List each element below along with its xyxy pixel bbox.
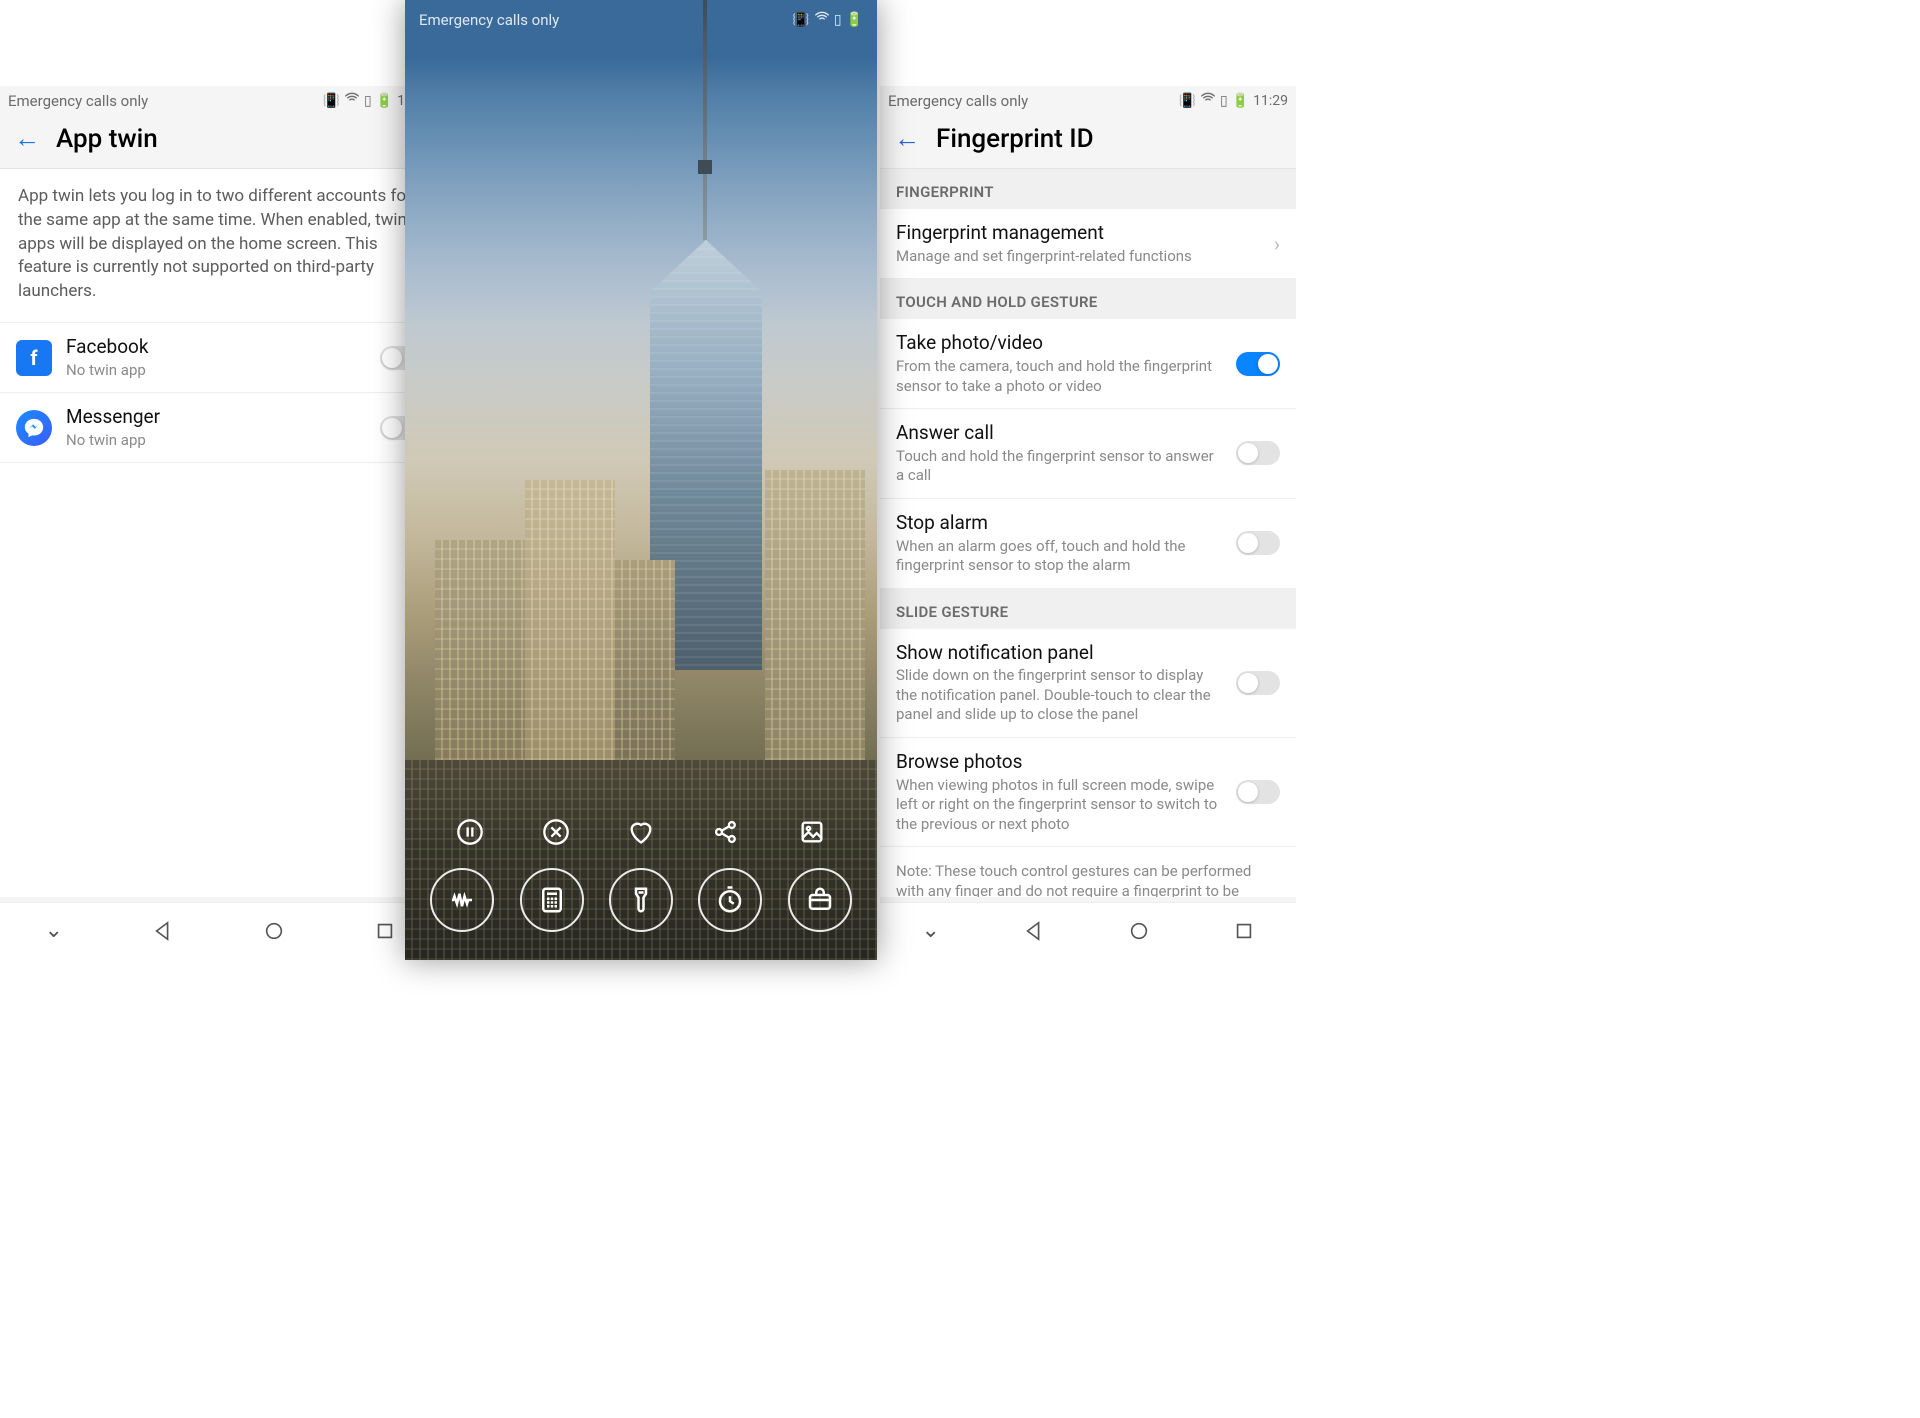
nav-back-icon[interactable] [1023,920,1045,942]
screen-lockscreen: Emergency calls only 📳 ▯ 🔋 [405,0,877,960]
nav-recent-icon[interactable] [1233,920,1255,942]
screen-app-twin: Emergency calls only 📳 ▯ 🔋 11:28 ← App t… [0,86,440,958]
setting-row-stop-alarm[interactable]: Stop alarmWhen an alarm goes off, touch … [880,499,1296,589]
vibrate-icon: 📳 [323,93,340,109]
nav-bar: ⌄ [0,902,440,958]
setting-sub: Touch and hold the fingerprint sensor to… [896,447,1222,486]
msg-icon [16,410,52,446]
setting-row-show-notification-panel[interactable]: Show notification panelSlide down on the… [880,629,1296,738]
chevron-right-icon: › [1274,232,1280,256]
app-sub: No twin app [66,361,366,381]
calculator-shortcut[interactable] [520,868,584,932]
pause-icon[interactable] [450,812,490,852]
app-row-facebook[interactable]: f FacebookNo twin app [0,323,440,393]
setting-title: Stop alarm [896,511,1222,535]
status-icons: 📳 ▯ 🔋 11:29 [1179,91,1288,111]
status-time: 11:29 [1253,93,1288,109]
nav-hide-icon[interactable]: ⌄ [44,918,62,943]
lockscreen-wallpaper[interactable]: Emergency calls only 📳 ▯ 🔋 [405,0,877,960]
setting-row-take-photo-video[interactable]: Take photo/videoFrom the camera, touch a… [880,319,1296,409]
section-label: FINGERPRINT [880,169,1296,209]
nav-hide-icon[interactable]: ⌄ [921,918,939,943]
gallery-icon[interactable] [792,812,832,852]
shortcut-row [405,868,877,932]
nav-home-icon[interactable] [263,920,285,942]
wifi-icon [814,10,830,30]
setting-title: Take photo/video [896,331,1222,355]
recorder-shortcut[interactable] [430,868,494,932]
setting-title: Fingerprint management [896,221,1260,245]
sim-icon: ▯ [834,12,842,28]
app-name: Facebook [66,335,366,359]
status-icons: 📳 ▯ 🔋 [792,10,863,30]
page-title: App twin [56,124,158,154]
status-carrier: Emergency calls only [419,11,559,29]
battery-icon: 🔋 [1232,93,1249,109]
setting-toggle[interactable] [1236,671,1280,695]
vibrate-icon: 📳 [792,12,809,28]
status-carrier: Emergency calls only [8,92,148,110]
sim-icon: ▯ [1220,93,1228,109]
status-bar: Emergency calls only 📳 ▯ 🔋 [405,6,877,34]
setting-toggle[interactable] [1236,352,1280,376]
setting-title: Answer call [896,421,1222,445]
close-icon[interactable] [536,812,576,852]
battery-icon: 🔋 [376,93,393,109]
share-icon[interactable] [706,812,746,852]
sim-icon: ▯ [364,93,372,109]
section-label: TOUCH AND HOLD GESTURE [880,279,1296,319]
content-scroll[interactable]: FINGERPRINTFingerprint managementManage … [880,169,1296,897]
status-carrier: Emergency calls only [888,92,1028,110]
fb-icon: f [16,340,52,376]
setting-sub: When viewing photos in full screen mode,… [896,776,1222,835]
wifi-icon [344,91,360,111]
back-button[interactable]: ← [894,126,920,152]
footer-note: Note: These touch control gestures can b… [880,847,1296,897]
nav-bar: ⌄ [880,902,1296,958]
setting-toggle[interactable] [1236,780,1280,804]
status-bar: Emergency calls only 📳 ▯ 🔋 11:29 [880,86,1296,114]
header-bar: ← App twin [0,114,440,169]
setting-sub: Slide down on the fingerprint sensor to … [896,666,1222,725]
vibrate-icon: 📳 [1179,93,1196,109]
nav-home-icon[interactable] [1128,920,1150,942]
description-text: App twin lets you log in to two differen… [0,169,440,323]
setting-row-fingerprint-management[interactable]: Fingerprint managementManage and set fin… [880,209,1296,279]
nav-recent-icon[interactable] [374,920,396,942]
setting-toggle[interactable] [1236,441,1280,465]
setting-toggle[interactable] [1236,531,1280,555]
battery-icon: 🔋 [846,12,863,28]
section-label: SLIDE GESTURE [880,589,1296,629]
setting-row-answer-call[interactable]: Answer callTouch and hold the fingerprin… [880,409,1296,499]
app-name: Messenger [66,405,366,429]
nav-back-icon[interactable] [152,920,174,942]
setting-row-browse-photos[interactable]: Browse photosWhen viewing photos in full… [880,738,1296,847]
magazine-controls-row [405,812,877,852]
setting-sub: When an alarm goes off, touch and hold t… [896,537,1222,576]
toolbox-shortcut[interactable] [788,868,852,932]
setting-sub: Manage and set fingerprint-related funct… [896,247,1260,267]
page-title: Fingerprint ID [936,124,1094,154]
setting-sub: From the camera, touch and hold the fing… [896,357,1222,396]
back-button[interactable]: ← [14,126,40,152]
app-row-messenger[interactable]: MessengerNo twin app [0,393,440,463]
setting-title: Browse photos [896,750,1222,774]
status-bar: Emergency calls only 📳 ▯ 🔋 11:28 [0,86,440,114]
content-scroll[interactable]: App twin lets you log in to two differen… [0,169,440,897]
screen-fingerprint-id: Emergency calls only 📳 ▯ 🔋 11:29 ← Finge… [880,86,1296,958]
header-bar: ← Fingerprint ID [880,114,1296,169]
heart-icon[interactable] [621,812,661,852]
timer-shortcut[interactable] [698,868,762,932]
app-sub: No twin app [66,431,366,451]
flashlight-shortcut[interactable] [609,868,673,932]
setting-title: Show notification panel [896,641,1222,665]
wifi-icon [1200,91,1216,111]
